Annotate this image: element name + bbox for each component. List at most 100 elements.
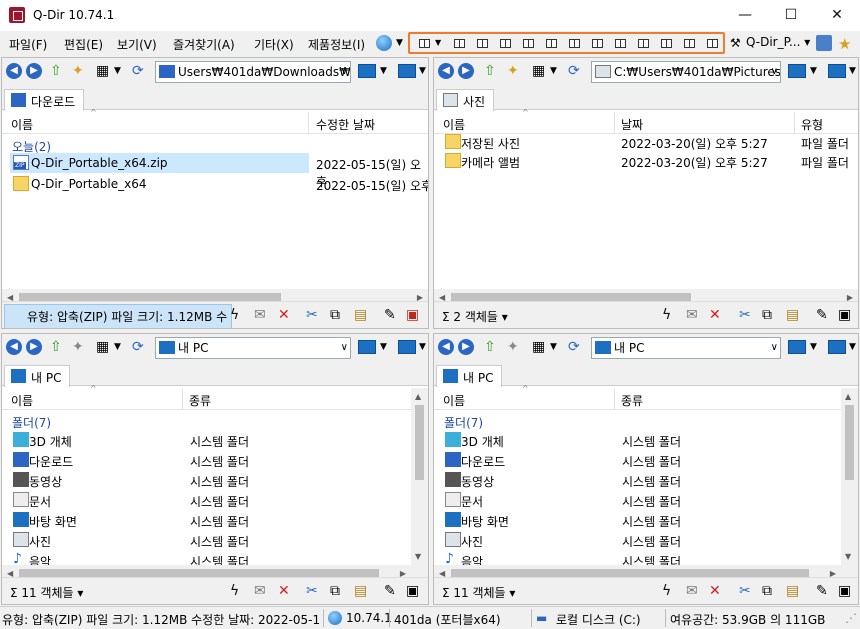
chevron-down-icon[interactable]: ▼ bbox=[380, 339, 387, 355]
paste-icon[interactable]: ▤ bbox=[786, 583, 799, 599]
lightning-icon[interactable]: ϟ bbox=[230, 307, 239, 323]
new-folder-icon[interactable]: ✦ bbox=[72, 63, 84, 79]
rename-icon[interactable]: ✎ bbox=[384, 583, 396, 599]
list-item[interactable]: 바탕 화면 시스템 폴더 bbox=[442, 510, 841, 530]
copy-icon[interactable]: ⧉ bbox=[330, 583, 340, 599]
tool-icon[interactable] bbox=[816, 35, 832, 51]
status-text[interactable]: Σ 2 객체들 ▾ bbox=[442, 308, 508, 325]
layout-icon[interactable] bbox=[661, 39, 672, 48]
list-item[interactable]: 문서 시스템 폴더 bbox=[10, 490, 411, 510]
delete-icon[interactable]: ✕ bbox=[278, 307, 290, 323]
menu-view[interactable]: 보기(V) bbox=[117, 36, 157, 53]
refresh-icon[interactable]: ⟳ bbox=[568, 339, 580, 355]
delete-icon[interactable]: ✕ bbox=[278, 583, 290, 599]
menu-file[interactable]: 파일(F) bbox=[9, 36, 47, 53]
view-mode-icon[interactable]: ▦ bbox=[96, 63, 109, 79]
layout-icon[interactable] bbox=[592, 39, 603, 48]
chevron-down-icon[interactable]: ▼ bbox=[810, 63, 817, 79]
chevron-down-icon[interactable]: ▼ bbox=[114, 63, 121, 79]
list-item[interactable]: 문서 시스템 폴더 bbox=[442, 490, 841, 510]
layout-icon[interactable] bbox=[707, 39, 718, 48]
refresh-icon[interactable]: ⟳ bbox=[568, 63, 580, 79]
tab-pictures[interactable]: 사진 bbox=[436, 89, 495, 111]
properties-icon[interactable]: ▣ bbox=[838, 307, 851, 323]
column-divider[interactable] bbox=[182, 388, 183, 410]
scroll-up-icon[interactable]: ▲ bbox=[415, 392, 421, 401]
menu-info[interactable]: 제품정보(I) bbox=[308, 36, 365, 53]
view-mode-icon[interactable]: ▦ bbox=[532, 339, 545, 355]
back-button[interactable]: ◀ bbox=[438, 63, 454, 79]
star-icon[interactable]: ★ bbox=[838, 35, 851, 53]
layout-icon[interactable] bbox=[569, 39, 580, 48]
paste-icon[interactable]: ▤ bbox=[354, 583, 367, 599]
column-type[interactable]: 종류 bbox=[189, 392, 211, 409]
monitor-icon[interactable] bbox=[398, 340, 416, 354]
minimize-button[interactable]: — bbox=[722, 0, 768, 31]
chevron-down-icon[interactable]: ▼ bbox=[810, 339, 817, 355]
properties-icon[interactable]: ▣ bbox=[406, 307, 419, 323]
refresh-icon[interactable]: ⟳ bbox=[132, 339, 144, 355]
list-item[interactable]: 바탕 화면 시스템 폴더 bbox=[10, 510, 411, 530]
list-item[interactable]: ♪ 음악 시스템 폴더 bbox=[442, 550, 841, 565]
list-item[interactable]: 저장된 사진 2022-03-20(일) 오후 5:27 파일 폴더 bbox=[442, 132, 858, 152]
back-button[interactable]: ◀ bbox=[6, 339, 22, 355]
address-bar[interactable]: 내 PC ∨ bbox=[155, 337, 351, 359]
chevron-down-icon[interactable]: ▼ bbox=[396, 38, 403, 48]
column-date[interactable]: 수정한 날짜 bbox=[316, 116, 375, 133]
vertical-scrollbar[interactable]: ▲ ▼ bbox=[841, 388, 858, 565]
lightning-icon[interactable]: ϟ bbox=[662, 583, 671, 599]
chevron-down-icon[interactable]: ▼ bbox=[114, 339, 121, 355]
list-item[interactable]: 사진 시스템 폴더 bbox=[442, 530, 841, 550]
group-header[interactable]: 폴더(7) bbox=[444, 414, 483, 431]
maximize-button[interactable]: ☐ bbox=[768, 0, 814, 31]
envelope-icon[interactable]: ✉ bbox=[686, 583, 698, 599]
delete-icon[interactable]: ✕ bbox=[709, 307, 721, 323]
layout-icon[interactable] bbox=[684, 39, 695, 48]
chevron-down-icon[interactable]: ▼ bbox=[849, 63, 856, 79]
view-mode-icon[interactable]: ▦ bbox=[96, 339, 109, 355]
copy-icon[interactable]: ⧉ bbox=[762, 307, 772, 323]
copy-icon[interactable]: ⧉ bbox=[762, 583, 772, 599]
cut-icon[interactable]: ✂ bbox=[306, 583, 318, 599]
scroll-up-icon[interactable]: ▲ bbox=[845, 392, 851, 401]
refresh-icon[interactable]: ⟳ bbox=[132, 63, 144, 79]
paste-icon[interactable]: ▤ bbox=[786, 307, 799, 323]
lightning-icon[interactable]: ϟ bbox=[230, 583, 239, 599]
layout-icon[interactable] bbox=[477, 39, 488, 48]
tab-this-pc[interactable]: 내 PC bbox=[436, 365, 503, 387]
menu-extras[interactable]: 기타(X) bbox=[254, 36, 294, 53]
menu-favorites[interactable]: 즐겨찾기(A) bbox=[173, 36, 235, 53]
tab-downloads[interactable]: 다운로드 bbox=[4, 89, 85, 111]
list-item[interactable]: Q-Dir_Portable_x64 2022-05-15(일) 오후 bbox=[10, 174, 428, 194]
monitor-icon[interactable] bbox=[358, 340, 376, 354]
column-date[interactable]: 날짜 bbox=[621, 116, 643, 133]
chevron-down-icon[interactable]: ▼ bbox=[849, 339, 856, 355]
list-item[interactable]: ♪ 음악 시스템 폴더 bbox=[10, 550, 411, 565]
paste-icon[interactable]: ▤ bbox=[354, 307, 367, 323]
status-text[interactable]: Σ 11 객체들 ▾ bbox=[10, 584, 83, 601]
monitor-icon[interactable] bbox=[828, 340, 846, 354]
scrollbar-thumb[interactable] bbox=[845, 405, 854, 480]
envelope-icon[interactable]: ✉ bbox=[686, 307, 698, 323]
column-divider[interactable] bbox=[614, 112, 615, 134]
forward-button[interactable]: ▶ bbox=[26, 63, 42, 79]
scrollbar-thumb[interactable] bbox=[415, 405, 424, 480]
forward-button[interactable]: ▶ bbox=[26, 339, 42, 355]
up-folder-icon[interactable]: ⇧ bbox=[50, 63, 62, 79]
chevron-down-icon[interactable]: ∨ bbox=[771, 338, 778, 358]
cut-icon[interactable]: ✂ bbox=[739, 583, 751, 599]
monitor-icon[interactable] bbox=[358, 64, 376, 78]
column-name[interactable]: 이름 bbox=[11, 392, 33, 409]
globe-icon[interactable] bbox=[376, 35, 392, 51]
list-item[interactable]: 다운로드 시스템 폴더 bbox=[10, 450, 411, 470]
scroll-down-icon[interactable]: ▼ bbox=[415, 552, 421, 561]
column-divider[interactable] bbox=[308, 112, 309, 134]
vertical-scrollbar[interactable]: ▲ ▼ bbox=[411, 388, 428, 565]
layout-icon[interactable] bbox=[500, 39, 511, 48]
layout-4-pane-icon[interactable] bbox=[419, 39, 430, 48]
address-bar[interactable]: 내 PC ∨ bbox=[591, 337, 781, 359]
address-bar[interactable]: Users₩401da₩Downloads₩ ∨ bbox=[155, 61, 351, 83]
new-folder-icon[interactable]: ✦ bbox=[507, 339, 519, 355]
layout-icon[interactable] bbox=[523, 39, 534, 48]
lightning-icon[interactable]: ϟ bbox=[662, 307, 671, 323]
